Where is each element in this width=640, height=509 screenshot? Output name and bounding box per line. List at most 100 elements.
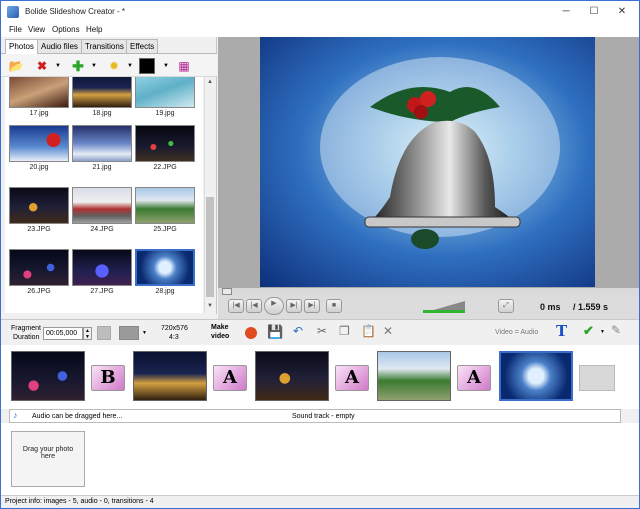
volume-slider[interactable] bbox=[423, 301, 465, 313]
skip-end-icon[interactable]: ▶| bbox=[304, 299, 320, 313]
play-icon[interactable]: ▶ bbox=[264, 297, 284, 315]
cut-icon[interactable]: ✂ bbox=[317, 324, 327, 338]
delete-clip-icon[interactable]: ✕ bbox=[383, 324, 393, 338]
photo-thumbnail[interactable] bbox=[72, 249, 132, 286]
copy-icon[interactable]: ❐ bbox=[339, 324, 350, 338]
chevron-down-icon[interactable]: ▼ bbox=[157, 58, 175, 74]
minimize-button[interactable]: ─ bbox=[557, 4, 575, 20]
menu-file[interactable]: File bbox=[9, 25, 22, 34]
playback-controls: |◀ |◀ ▶ ▶| ▶| ■ ⤢ 0 ms / 1.559 s bbox=[218, 295, 639, 319]
chevron-down-icon[interactable]: ▼ bbox=[600, 329, 605, 335]
fragment-label: Fragment bbox=[11, 325, 41, 332]
total-time: / 1.559 s bbox=[573, 302, 609, 312]
settings-brush-icon[interactable]: ✎ bbox=[611, 323, 621, 337]
app-icon bbox=[7, 6, 19, 18]
photo-thumbnail[interactable] bbox=[9, 187, 69, 224]
scrollbar-thumb[interactable] bbox=[206, 197, 214, 297]
photo-thumbnail[interactable] bbox=[135, 187, 195, 224]
drop-hint-line2: here bbox=[40, 453, 55, 460]
timeline-slide[interactable] bbox=[11, 351, 85, 401]
resolution-value[interactable]: 720x576 bbox=[161, 325, 188, 332]
thumbnail-label: 26.JPG bbox=[27, 288, 51, 295]
timeline-slide-selected[interactable] bbox=[499, 351, 573, 401]
close-button[interactable]: ✕ bbox=[613, 4, 631, 20]
paste-icon[interactable]: 📋 bbox=[361, 324, 376, 338]
tab-audio-files[interactable]: Audio files bbox=[37, 39, 82, 53]
thumbnail-label: 23.JPG bbox=[27, 226, 51, 233]
thumbnail-label: 18.jpg bbox=[92, 110, 112, 117]
background-color-swatch[interactable] bbox=[139, 58, 155, 74]
music-note-icon: ♪ bbox=[13, 410, 18, 420]
thumbnail-label: 28.jpg bbox=[155, 288, 175, 295]
timeline-transition[interactable]: A bbox=[213, 365, 247, 391]
photo-thumbnail[interactable] bbox=[72, 187, 132, 224]
chevron-down-icon[interactable]: ▼ bbox=[49, 58, 67, 74]
menu-bar: File View Options Help bbox=[1, 23, 639, 37]
photo-thumbnail[interactable] bbox=[135, 77, 195, 108]
save-icon[interactable]: 💾 bbox=[267, 324, 283, 340]
status-bar: Project info: images - 5, audio - 0, tra… bbox=[1, 495, 639, 508]
tab-transitions[interactable]: Transitions bbox=[81, 39, 128, 53]
timeline-empty-slot[interactable] bbox=[579, 365, 615, 391]
fullscreen-icon[interactable]: ⤢ bbox=[498, 299, 514, 313]
photo-thumbnail[interactable] bbox=[9, 77, 69, 108]
thumbnail-label: 22.JPG bbox=[153, 164, 177, 171]
duration-input[interactable]: 00:05,000 bbox=[43, 327, 83, 340]
menu-view[interactable]: View bbox=[28, 25, 45, 34]
check-icon[interactable]: ✔ bbox=[583, 323, 594, 339]
timeline-transition[interactable]: A bbox=[457, 365, 491, 391]
title-bar: Bolide Slideshow Creator - * ─ ☐ ✕ bbox=[1, 1, 639, 23]
photo-thumbnail-selected[interactable] bbox=[135, 249, 195, 286]
timeline-transition[interactable]: B bbox=[91, 365, 125, 391]
chevron-down-icon[interactable]: ▼ bbox=[121, 58, 139, 74]
fragment-color-swatch[interactable] bbox=[97, 326, 111, 340]
photo-thumbnail-grid: 17.jpg 18.jpg 19.jpg 20.jpg 21.jpg 22.JP… bbox=[5, 77, 203, 313]
duration-spinner[interactable]: ▲ ▼ bbox=[83, 327, 92, 340]
background-swatch[interactable] bbox=[119, 326, 139, 340]
make-video-label-2[interactable]: video bbox=[211, 333, 229, 340]
stop-icon[interactable]: ■ bbox=[326, 299, 342, 313]
photo-thumbnail[interactable] bbox=[72, 77, 132, 108]
timeline-slide[interactable] bbox=[377, 351, 451, 401]
record-icon[interactable] bbox=[245, 327, 257, 339]
timeline-slide[interactable] bbox=[255, 351, 329, 401]
thumbnail-label: 20.jpg bbox=[29, 164, 49, 171]
tab-effects[interactable]: Effects bbox=[126, 39, 159, 53]
photo-thumbnail[interactable] bbox=[9, 125, 69, 162]
photo-thumbnail[interactable] bbox=[72, 125, 132, 162]
timeline-transition[interactable]: A bbox=[335, 365, 369, 391]
open-folder-icon[interactable]: 📂 bbox=[7, 58, 25, 74]
tab-photos[interactable]: Photos bbox=[5, 39, 38, 54]
soundtrack-status: Sound track - empty bbox=[292, 413, 355, 420]
make-video-label[interactable]: Make bbox=[211, 324, 229, 331]
menu-options[interactable]: Options bbox=[52, 25, 80, 34]
playback-progress-bar[interactable] bbox=[218, 287, 639, 295]
undo-icon[interactable]: ↶ bbox=[293, 324, 303, 338]
audio-track[interactable]: ♪ Audio can be dragged here... Sound tra… bbox=[9, 409, 621, 423]
maximize-button[interactable]: ☐ bbox=[585, 4, 603, 20]
aspect-ratio[interactable]: 4:3 bbox=[169, 334, 179, 341]
photo-thumbnail[interactable] bbox=[9, 249, 69, 286]
photo-drop-target[interactable]: Drag your photo here bbox=[11, 431, 85, 487]
thumbnail-label: 19.jpg bbox=[155, 110, 175, 117]
video-audio-mode[interactable]: Video = Audio bbox=[495, 329, 538, 336]
media-panel: Photos Audio files Transitions Effects 📂… bbox=[1, 37, 217, 314]
duration-label: Duration bbox=[13, 334, 40, 341]
scroll-up-icon[interactable]: ▲ bbox=[205, 79, 215, 85]
christmas-bell-image bbox=[320, 57, 560, 249]
progress-knob[interactable] bbox=[222, 288, 232, 295]
chevron-down-icon[interactable]: ▼ bbox=[142, 330, 147, 336]
photo-thumbnail[interactable] bbox=[135, 125, 195, 162]
next-frame-icon[interactable]: ▶| bbox=[286, 299, 302, 313]
filmstrip-icon[interactable]: ▦ bbox=[175, 58, 193, 74]
text-tool-icon[interactable]: T bbox=[556, 322, 567, 340]
thumbnail-label: 21.jpg bbox=[92, 164, 112, 171]
thumbnail-scrollbar[interactable]: ▲ ▼ bbox=[204, 77, 215, 313]
prev-frame-icon[interactable]: |◀ bbox=[246, 299, 262, 313]
chevron-down-icon[interactable]: ▼ bbox=[85, 58, 103, 74]
audio-drag-hint: Audio can be dragged here... bbox=[32, 413, 123, 420]
timeline-slide[interactable] bbox=[133, 351, 207, 401]
scroll-down-icon[interactable]: ▼ bbox=[205, 303, 215, 309]
menu-help[interactable]: Help bbox=[86, 25, 102, 34]
skip-start-icon[interactable]: |◀ bbox=[228, 299, 244, 313]
